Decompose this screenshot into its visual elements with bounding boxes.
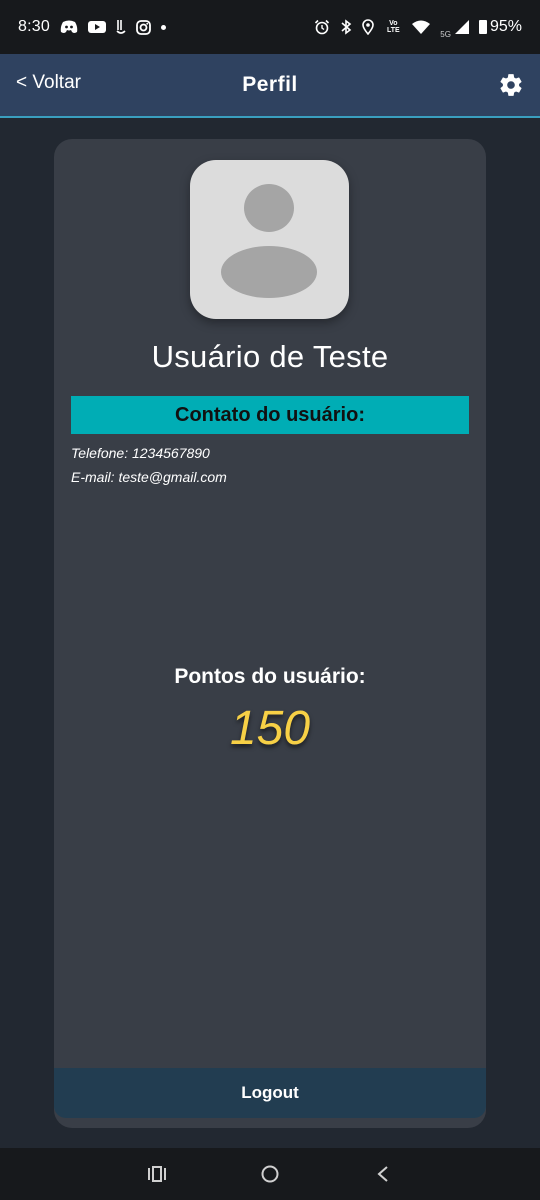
contact-phone: Telefone: 1234567890 [71,445,210,461]
battery-icon: 95% [478,18,522,36]
alarm-icon [314,19,330,35]
bluetooth-icon [340,19,352,35]
youtube-icon [87,20,106,34]
network-type: 5G [440,29,451,39]
back-icon[interactable] [363,1154,403,1194]
avatar [190,160,349,319]
page-title: Perfil [242,73,298,96]
profile-card: Usuário de Teste Contato do usuário: Tel… [54,139,486,1128]
status-left: 8:30 [18,18,166,36]
contact-header: Contato do usuário: [71,396,469,434]
dot-icon [160,24,166,30]
battery-level: 95% [489,18,522,35]
discord-icon [60,20,78,34]
app-icon [116,19,126,35]
location-icon [362,19,375,35]
avatar-body [221,246,317,298]
nav-bar [0,1148,540,1200]
avatar-head [244,184,294,232]
logout-button[interactable]: Logout [54,1068,486,1118]
signal-icon [454,20,469,34]
instagram-icon [136,19,151,35]
back-button[interactable]: < Voltar [16,72,81,94]
recents-icon[interactable] [137,1154,177,1194]
user-name: Usuário de Teste [151,339,389,374]
points-label: Pontos do usuário: [174,665,366,688]
volte-icon: Vo LTE [386,20,400,34]
status-right: Vo LTE 5G 95% [314,16,522,39]
home-icon[interactable] [250,1154,290,1194]
points-value: 150 [229,702,311,755]
gear-icon[interactable] [498,72,524,98]
wifi-icon [412,20,431,34]
status-bar: 8:30 Vo LTE 5G 95% [0,0,540,54]
contact-email: E-mail: teste@gmail.com [71,469,227,485]
app-header: < Voltar Perfil [0,54,540,118]
status-time: 8:30 [18,18,50,35]
